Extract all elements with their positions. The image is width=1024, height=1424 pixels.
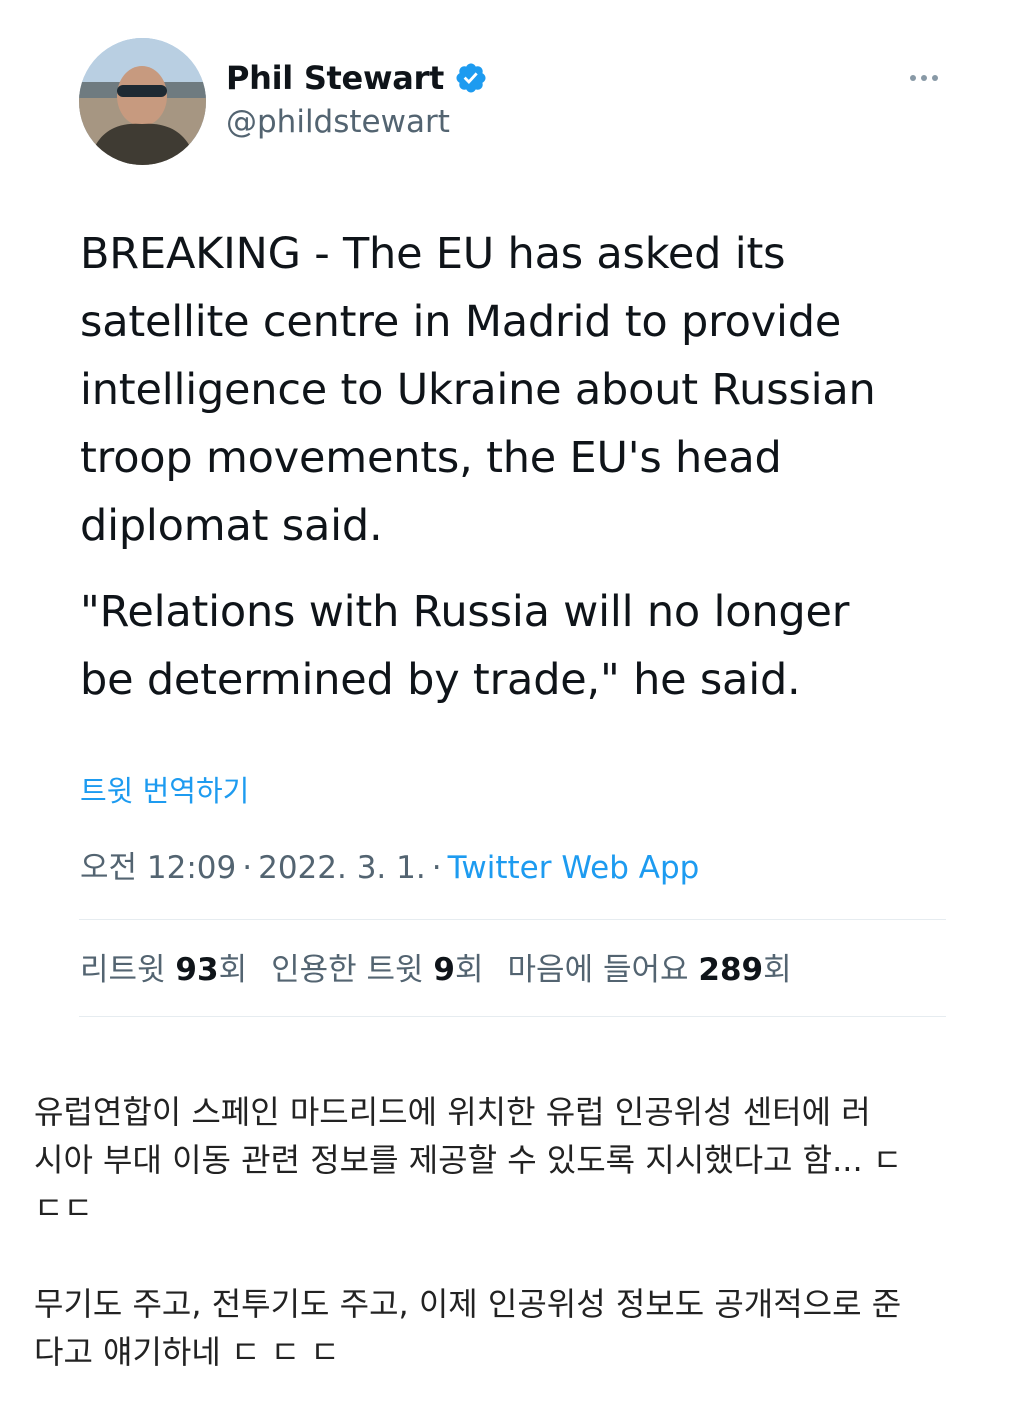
comment-paragraph: 유럽연합이 스페인 마드리드에 위치한 유럽 인공위성 센터에 러 시아 부대 …	[34, 1093, 903, 1227]
author-display-name[interactable]: Phil Stewart	[226, 59, 444, 97]
retweets-stat[interactable]: 리트윗 93회	[80, 944, 247, 989]
avatar-photo	[79, 38, 206, 165]
author-name-row[interactable]: Phil Stewart	[226, 56, 488, 100]
tweet-source-link[interactable]: Twitter Web App	[448, 850, 700, 886]
tweet-metadata: 오전 12:09 · 2022. 3. 1. · Twitter Web App	[80, 842, 699, 887]
meta-separator: ·	[431, 850, 442, 886]
quotes-count: 9	[433, 952, 455, 988]
tweet-date[interactable]: 2022. 3. 1.	[258, 850, 426, 886]
comment-paragraph: 무기도 주고, 전투기도 주고, 이제 인공위성 정보도 공개적으로 준 다고 …	[34, 1285, 902, 1371]
likes-count: 289	[698, 952, 764, 988]
author-handle[interactable]: @phildstewart	[226, 104, 450, 140]
quotes-stat[interactable]: 인용한 트윗 9회	[271, 944, 483, 989]
likes-label: 마음에 들어요	[507, 952, 689, 988]
more-dot	[932, 75, 938, 81]
retweets-count: 93	[175, 952, 219, 988]
more-options-button[interactable]	[900, 62, 948, 94]
retweets-label: 리트윗	[80, 952, 166, 988]
post-comment: 유럽연합이 스페인 마드리드에 위치한 유럽 인공위성 센터에 러 시아 부대 …	[34, 1088, 994, 1424]
verified-badge-icon	[454, 61, 488, 95]
meta-separator: ·	[242, 850, 253, 886]
divider	[79, 1016, 946, 1017]
count-suffix: 회	[455, 952, 484, 988]
tweet-text: BREAKING - The EU has asked its satellit…	[80, 220, 960, 732]
divider	[79, 919, 946, 920]
more-dot	[921, 75, 927, 81]
translate-tweet-link[interactable]: 트윗 번역하기	[80, 768, 249, 810]
tweet-paragraph: "Relations with Russia will no longer be…	[80, 587, 850, 705]
count-suffix: 회	[218, 952, 248, 988]
tweet-time[interactable]: 오전 12:09	[80, 850, 236, 886]
quotes-label: 인용한 트윗	[271, 952, 424, 988]
tweet-card: Phil Stewart @phildstewart BREAKING - Th…	[0, 0, 1024, 1030]
count-suffix: 회	[763, 952, 792, 988]
avatar[interactable]	[79, 38, 206, 165]
tweet-paragraph: BREAKING - The EU has asked its satellit…	[80, 229, 876, 551]
likes-stat[interactable]: 마음에 들어요 289회	[508, 944, 792, 989]
more-horizontal-icon	[910, 75, 916, 81]
tweet-stats: 리트윗 93회 인용한 트윗 9회 마음에 들어요 289회	[80, 944, 792, 989]
